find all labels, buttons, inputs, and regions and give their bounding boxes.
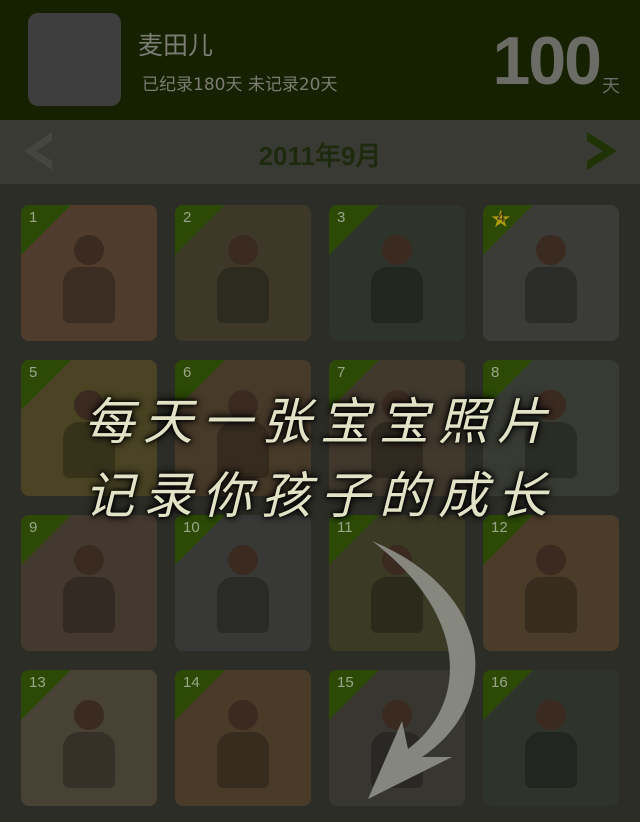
record-stats: 已纪录180天 未记录20天 xyxy=(142,75,338,95)
prev-month-button[interactable] xyxy=(18,130,58,176)
tagline-line-1: 每天一张宝宝照片 xyxy=(84,393,556,451)
photo-tile[interactable]: 10 xyxy=(175,515,311,651)
photo-tile[interactable]: 1 xyxy=(21,205,157,341)
photo-tile[interactable]: 2 xyxy=(175,205,311,341)
day-number: 7 xyxy=(337,364,346,381)
photo-tile[interactable]: ★ 4 xyxy=(483,205,619,341)
day-number: 6 xyxy=(183,364,192,381)
days-count: 100 xyxy=(492,23,602,99)
photo-tile[interactable]: 16 xyxy=(483,670,619,806)
day-number: 1 xyxy=(29,209,38,226)
photo-tile[interactable]: 3 xyxy=(329,205,465,341)
photo-tile[interactable]: 13 xyxy=(21,670,157,806)
day-number: 3 xyxy=(337,209,346,226)
day-number: 13 xyxy=(29,674,46,691)
curved-arrow-icon xyxy=(368,541,476,799)
day-number: 4 xyxy=(497,209,506,226)
profile-header: 麦田儿 已纪录180天 未记录20天 100 天 xyxy=(0,0,640,120)
tagline-line-2: 记录你孩子的成长 xyxy=(84,467,556,525)
photo-tile[interactable]: 14 xyxy=(175,670,311,806)
day-number: 2 xyxy=(183,209,192,226)
avatar[interactable] xyxy=(28,13,121,106)
day-number: 8 xyxy=(491,364,500,381)
chevron-left-icon xyxy=(24,132,52,170)
month-label: 2011年9月 xyxy=(258,141,382,171)
photo-tile[interactable]: 9 xyxy=(21,515,157,651)
day-number: 5 xyxy=(29,364,38,381)
chevron-right-icon xyxy=(587,132,617,170)
photo-tile[interactable]: 12 xyxy=(483,515,619,651)
days-unit: 天 xyxy=(602,76,620,97)
next-month-button[interactable] xyxy=(583,130,623,176)
day-number: 14 xyxy=(183,674,200,691)
baby-name: 麦田儿 xyxy=(138,31,214,60)
